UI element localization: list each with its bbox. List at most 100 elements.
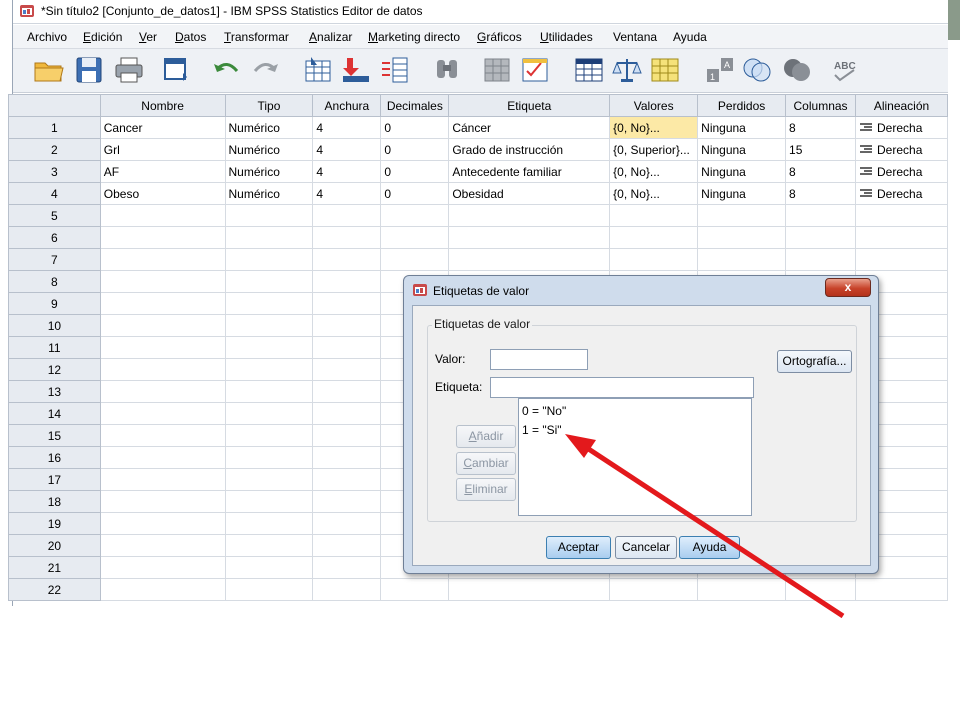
empty-cell[interactable] [312, 424, 382, 447]
empty-cell[interactable] [99, 248, 226, 271]
empty-cell[interactable] [99, 446, 226, 469]
label-input[interactable] [490, 377, 754, 398]
col-header-anchura[interactable]: Anchura [312, 94, 382, 117]
empty-cell[interactable] [224, 424, 314, 447]
row-number[interactable]: 17 [8, 468, 101, 491]
cell-perdidos[interactable]: Ninguna [697, 182, 787, 205]
menu-graficos[interactable]: Gráficos [477, 30, 522, 44]
empty-cell[interactable] [855, 248, 948, 271]
empty-cell[interactable] [224, 380, 314, 403]
empty-cell[interactable] [99, 204, 226, 227]
cell-nombre[interactable]: AF [99, 160, 226, 183]
menu-datos[interactable]: Datos [175, 30, 206, 44]
empty-cell[interactable] [312, 314, 382, 337]
row-number[interactable]: 14 [8, 402, 101, 425]
row-number[interactable]: 2 [8, 138, 101, 161]
empty-cell[interactable] [224, 358, 314, 381]
cell-valores[interactable]: {0, No}... [609, 160, 699, 183]
spelling-button[interactable]: Ortografía... [777, 350, 852, 373]
corner-cell[interactable] [8, 94, 101, 117]
cell-valores[interactable]: {0, No}... [609, 182, 699, 205]
empty-cell[interactable] [224, 292, 314, 315]
menu-marketing-directo[interactable]: Marketing directo [368, 30, 460, 44]
menu-utilidades[interactable]: Utilidades [540, 30, 593, 44]
goto-case-icon[interactable] [303, 55, 335, 85]
print-icon[interactable] [113, 55, 145, 85]
empty-cell[interactable] [697, 204, 787, 227]
cell-decimales[interactable]: 0 [380, 182, 450, 205]
row-number[interactable]: 21 [8, 556, 101, 579]
row-number[interactable]: 1 [8, 116, 101, 139]
cell-anchura[interactable]: 4 [312, 138, 382, 161]
insert-cases-icon[interactable] [481, 55, 513, 85]
cell-decimales[interactable]: 0 [380, 160, 450, 183]
empty-cell[interactable] [99, 512, 226, 535]
variables-icon[interactable] [379, 55, 411, 85]
empty-cell[interactable] [855, 578, 948, 601]
cell-etiqueta[interactable]: Grado de instrucción [448, 138, 611, 161]
empty-cell[interactable] [224, 204, 314, 227]
row-number[interactable]: 16 [8, 446, 101, 469]
empty-cell[interactable] [224, 534, 314, 557]
row-number[interactable]: 5 [8, 204, 101, 227]
empty-cell[interactable] [99, 314, 226, 337]
row-number[interactable]: 12 [8, 358, 101, 381]
empty-cell[interactable] [99, 424, 226, 447]
cancel-button[interactable]: Cancelar [615, 536, 677, 559]
cell-nombre[interactable]: Cancer [99, 116, 226, 139]
row-number[interactable]: 7 [8, 248, 101, 271]
menu-ver[interactable]: Ver [139, 30, 157, 44]
empty-cell[interactable] [224, 402, 314, 425]
empty-cell[interactable] [855, 204, 948, 227]
cell-decimales[interactable]: 0 [380, 138, 450, 161]
empty-cell[interactable] [448, 226, 611, 249]
empty-cell[interactable] [855, 226, 948, 249]
recall-dialog-icon[interactable] [161, 55, 193, 85]
empty-cell[interactable] [312, 490, 382, 513]
row-number[interactable]: 6 [8, 226, 101, 249]
col-header-nombre[interactable]: Nombre [99, 94, 226, 117]
cell-etiqueta[interactable]: Obesidad [448, 182, 611, 205]
cell-alineacion[interactable]: Derecha [855, 182, 948, 205]
menu-ayuda[interactable]: Ayuda [673, 30, 707, 44]
col-header-decimales[interactable]: Decimales [380, 94, 450, 117]
empty-cell[interactable] [99, 336, 226, 359]
empty-cell[interactable] [697, 248, 787, 271]
col-header-columnas[interactable]: Columnas [785, 94, 857, 117]
cell-anchura[interactable]: 4 [312, 116, 382, 139]
empty-cell[interactable] [312, 270, 382, 293]
empty-cell[interactable] [224, 226, 314, 249]
col-header-perdidos[interactable]: Perdidos [697, 94, 787, 117]
find-icon[interactable] [431, 55, 463, 85]
empty-cell[interactable] [312, 248, 382, 271]
row-number[interactable]: 3 [8, 160, 101, 183]
select-cases-icon[interactable] [649, 55, 681, 85]
empty-cell[interactable] [312, 380, 382, 403]
menu-ventana[interactable]: Ventana [613, 30, 657, 44]
cell-valores-selected[interactable]: {0, No}... [609, 116, 699, 139]
row-number[interactable]: 18 [8, 490, 101, 513]
undo-icon[interactable] [211, 55, 243, 85]
row-number[interactable]: 8 [8, 270, 101, 293]
empty-cell[interactable] [312, 336, 382, 359]
cell-valores[interactable]: {0, Superior}... [609, 138, 699, 161]
empty-cell[interactable] [99, 534, 226, 557]
cell-perdidos[interactable]: Ninguna [697, 116, 787, 139]
weight-cases-icon[interactable] [611, 55, 643, 85]
empty-cell[interactable] [224, 270, 314, 293]
empty-cell[interactable] [697, 578, 787, 601]
cell-tipo[interactable]: Numérico [224, 116, 314, 139]
empty-cell[interactable] [609, 204, 699, 227]
empty-cell[interactable] [99, 380, 226, 403]
open-folder-icon[interactable] [33, 55, 65, 85]
empty-cell[interactable] [99, 556, 226, 579]
change-button[interactable]: Cambiar [456, 452, 516, 475]
row-number[interactable]: 4 [8, 182, 101, 205]
empty-cell[interactable] [312, 226, 382, 249]
empty-cell[interactable] [99, 468, 226, 491]
help-button[interactable]: Ayuda [679, 536, 740, 559]
value-labels-icon[interactable]: 1 A [705, 55, 737, 85]
cell-alineacion[interactable]: Derecha [855, 116, 948, 139]
empty-cell[interactable] [312, 468, 382, 491]
add-button[interactable]: Añadir [456, 425, 516, 448]
